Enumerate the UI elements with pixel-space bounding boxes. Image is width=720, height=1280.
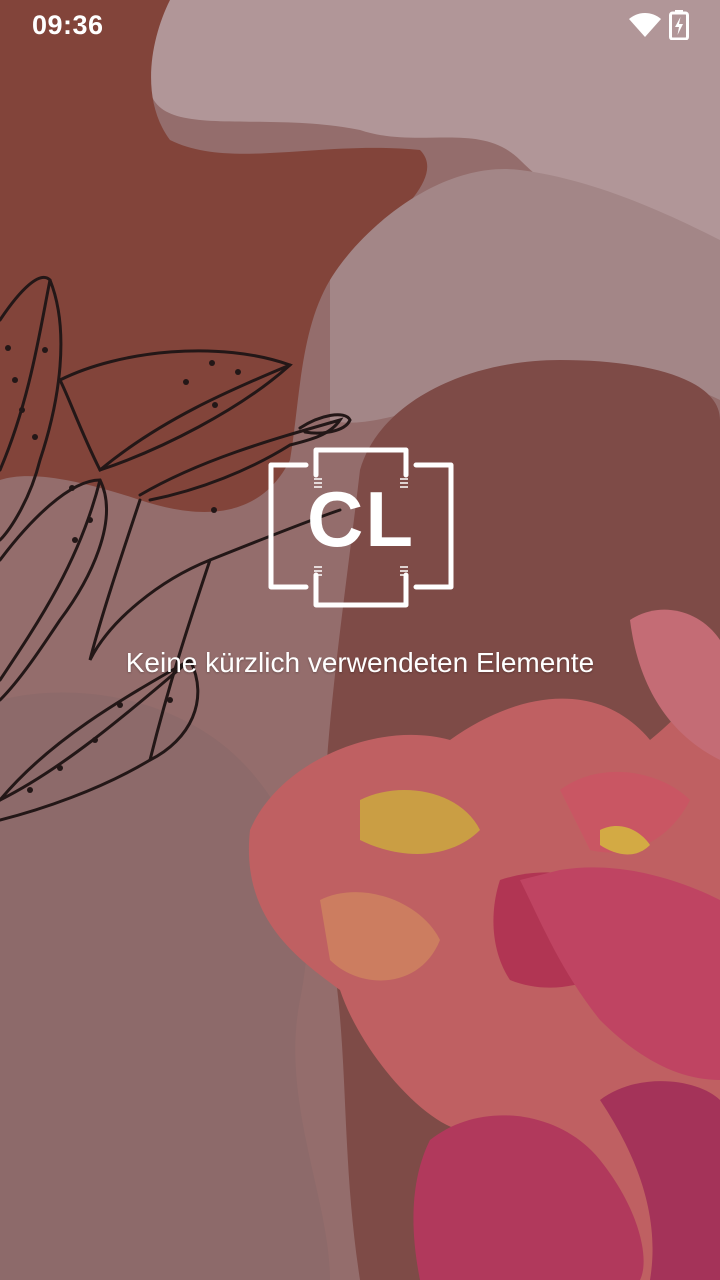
wifi-icon: [629, 13, 661, 37]
launcher-logo-text: CL: [307, 475, 415, 563]
recents-dim-overlay: [0, 0, 720, 1280]
status-clock: 09:36: [32, 10, 104, 40]
status-bar: 09:36: [0, 0, 720, 50]
empty-recents-message: Keine kürzlich verwendeten Elemente: [125, 647, 595, 678]
battery-charging-icon: [669, 10, 689, 40]
recent-apps-screen: 09:36 CL Keine kürzlich verwendeten Elem…: [0, 0, 720, 1280]
